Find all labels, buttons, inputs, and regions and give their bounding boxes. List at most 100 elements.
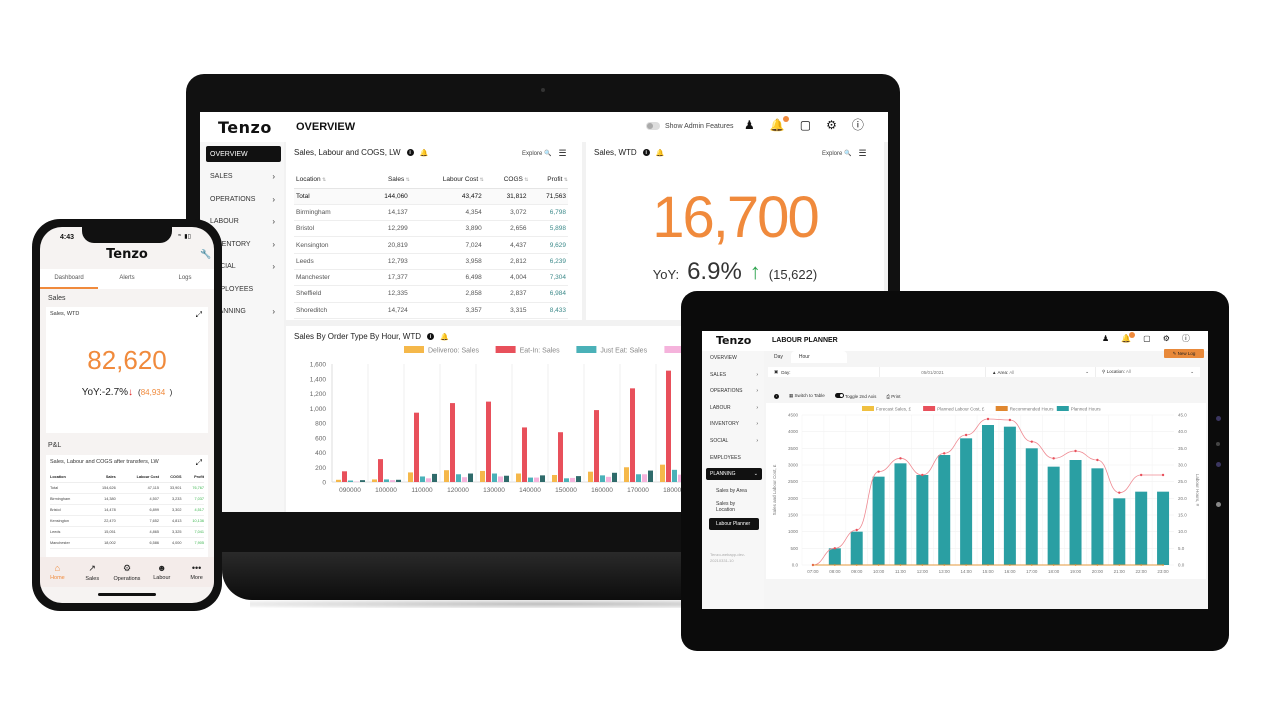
point-recommended-hours[interactable]: [1074, 564, 1077, 566]
legend-swatch[interactable]: [995, 406, 1008, 411]
user-icon[interactable]: ♟: [744, 119, 755, 131]
sidebar-item-social[interactable]: SOCIAL ›: [706, 435, 762, 447]
help-icon[interactable]: ⓘ: [1182, 335, 1190, 343]
bar-eat-in-sales[interactable]: [558, 432, 563, 482]
sidebar-item-labour[interactable]: LABOUR ›: [206, 214, 281, 230]
toggle-switch[interactable]: [646, 122, 660, 130]
bar-eat-in-sales[interactable]: [666, 370, 671, 482]
toggle-2nd-axis[interactable]: Toggle 2nd Axis: [834, 393, 876, 399]
table-row[interactable]: Leeds 12,793 3,958 2,812 6,239: [294, 253, 568, 270]
nav-operations[interactable]: ⚙ Operations: [110, 557, 145, 587]
table-row[interactable]: Kensington 22,470 7,652 4,813 10,136: [50, 515, 204, 527]
point-recommended-hours[interactable]: [987, 564, 989, 566]
bar-just-eat-sales[interactable]: [492, 473, 497, 482]
tenzo-logo[interactable]: Tenzo: [218, 118, 272, 137]
point-planned-labour-cost[interactable]: [1096, 458, 1099, 462]
column-header-profit[interactable]: Profit ⇅: [528, 172, 568, 189]
bar-other[interactable]: [504, 475, 509, 482]
explore-button[interactable]: Explore 🔍: [522, 150, 551, 157]
gear-icon[interactable]: ⚙: [826, 119, 837, 131]
table-row[interactable]: Bristol 12,299 3,890 2,656 5,898: [294, 220, 568, 238]
column-header-profit[interactable]: Profit: [181, 473, 204, 483]
bar-planned-hours[interactable]: [916, 475, 929, 565]
table-row[interactable]: Bristol 14,478 6,899 3,302 4,517: [50, 504, 204, 516]
bar-eat-in-sales[interactable]: [630, 388, 635, 482]
column-header-cogs[interactable]: COGS ⇅: [483, 172, 529, 189]
bar-planned-hours[interactable]: [828, 548, 841, 565]
bar-deliveroo-sales[interactable]: [552, 474, 557, 482]
column-header-cogs[interactable]: COGS: [159, 473, 182, 483]
sidebar-item-employees[interactable]: EMPLOYEES: [706, 452, 762, 464]
table-row[interactable]: Manchester 17,377 6,498 4,004 7,304: [294, 269, 568, 287]
sidebar-item-overview[interactable]: OVERVIEW: [206, 146, 281, 162]
info-icon[interactable]: i: [406, 149, 414, 156]
bar-deliveroo-sales[interactable]: [480, 470, 485, 482]
bar-planned-hours[interactable]: [1025, 448, 1038, 565]
table-row[interactable]: Manchester 18,002 6,586 4,000 7,905: [50, 537, 204, 549]
location-select[interactable]: ⚲ Location: All ⌄: [1096, 367, 1200, 377]
bar-planned-hours[interactable]: [1069, 460, 1082, 565]
bar-takeaway-sales[interactable]: [642, 474, 647, 482]
sidebar-item-sales-by-area[interactable]: Sales by Area: [709, 485, 759, 497]
bar-takeaway-sales[interactable]: [606, 476, 611, 482]
info-icon[interactable]: i: [642, 149, 650, 156]
column-header-labour-cost[interactable]: Labour Cost: [115, 473, 159, 483]
bar-eat-in-sales[interactable]: [594, 410, 599, 482]
sidebar-item-planning[interactable]: PLANNING ⌄: [706, 468, 762, 481]
notes-icon[interactable]: ▢: [800, 119, 811, 131]
bar-just-eat-sales[interactable]: [528, 477, 533, 482]
point-recommended-hours[interactable]: [965, 564, 967, 566]
bar-just-eat-sales[interactable]: [420, 476, 425, 482]
tab-hour[interactable]: Hour: [790, 351, 847, 363]
point-recommended-hours[interactable]: [877, 564, 880, 566]
table-row[interactable]: Sheffield 12,335 2,858 2,837 6,984: [294, 285, 568, 303]
bar-takeaway-sales[interactable]: [534, 477, 539, 482]
nav-home[interactable]: ⌂ Home: [40, 557, 75, 587]
bar-takeaway-sales[interactable]: [390, 480, 395, 482]
bar-just-eat-sales[interactable]: [636, 474, 641, 482]
tab-dashboard[interactable]: Dashboard: [40, 269, 98, 289]
bar-other[interactable]: [648, 470, 653, 482]
point-recommended-hours[interactable]: [855, 564, 858, 566]
bar-deliveroo-sales[interactable]: [372, 479, 377, 482]
bar-planned-hours[interactable]: [1091, 468, 1104, 565]
new-log-button[interactable]: ✎ New Log: [1164, 349, 1204, 358]
bar-just-eat-sales[interactable]: [672, 469, 677, 482]
bell-icon[interactable]: 🔔: [656, 149, 665, 157]
table-row[interactable]: Leeds 15,051 4,865 3,325 7,041: [50, 526, 204, 538]
bar-planned-hours[interactable]: [872, 476, 885, 565]
bar-planned-hours[interactable]: [1113, 498, 1126, 565]
bar-eat-in-sales[interactable]: [450, 403, 455, 482]
table-row[interactable]: Kensington 20,819 7,024 4,437 9,629: [294, 236, 568, 254]
point-planned-labour-cost[interactable]: [1052, 457, 1055, 460]
legend-swatch[interactable]: [495, 346, 516, 353]
bar-just-eat-sales[interactable]: [456, 474, 461, 482]
tab-day[interactable]: Day: [766, 351, 791, 363]
point-planned-labour-cost[interactable]: [855, 528, 858, 532]
point-recommended-hours[interactable]: [1162, 564, 1164, 566]
legend-swatch[interactable]: [862, 406, 874, 411]
bar-other[interactable]: [576, 476, 581, 482]
bar-other[interactable]: [540, 475, 545, 482]
point-recommended-hours[interactable]: [1140, 564, 1142, 566]
help-icon[interactable]: ⓘ: [852, 119, 864, 131]
sidebar-item-inventory[interactable]: INVENTORY ›: [706, 418, 762, 430]
bar-eat-in-sales[interactable]: [378, 459, 383, 482]
sidebar-item-sales[interactable]: SALES ›: [706, 369, 762, 381]
sidebar-item-operations[interactable]: OPERATIONS ›: [206, 191, 281, 207]
bar-deliveroo-sales[interactable]: [588, 471, 593, 482]
bar-other[interactable]: [360, 480, 365, 482]
notes-icon[interactable]: ▢: [1143, 335, 1151, 343]
legend-swatch[interactable]: [576, 346, 597, 353]
expand-icon[interactable]: ⤢: [196, 458, 202, 468]
table-row[interactable]: Total 144,060 43,472 31,812 71,563: [294, 188, 568, 205]
bar-other[interactable]: [432, 473, 437, 482]
expand-icon[interactable]: ⤢: [196, 310, 202, 320]
bar-planned-hours[interactable]: [850, 531, 863, 565]
point-planned-labour-cost[interactable]: [964, 433, 968, 437]
point-planned-labour-cost[interactable]: [877, 470, 880, 473]
bar-planned-hours[interactable]: [1047, 466, 1060, 565]
table-row[interactable]: Birmingham 14,380 4,507 3,233 7,037: [50, 493, 204, 505]
bar-planned-hours[interactable]: [894, 463, 907, 565]
nav-more[interactable]: ••• More: [179, 557, 214, 587]
